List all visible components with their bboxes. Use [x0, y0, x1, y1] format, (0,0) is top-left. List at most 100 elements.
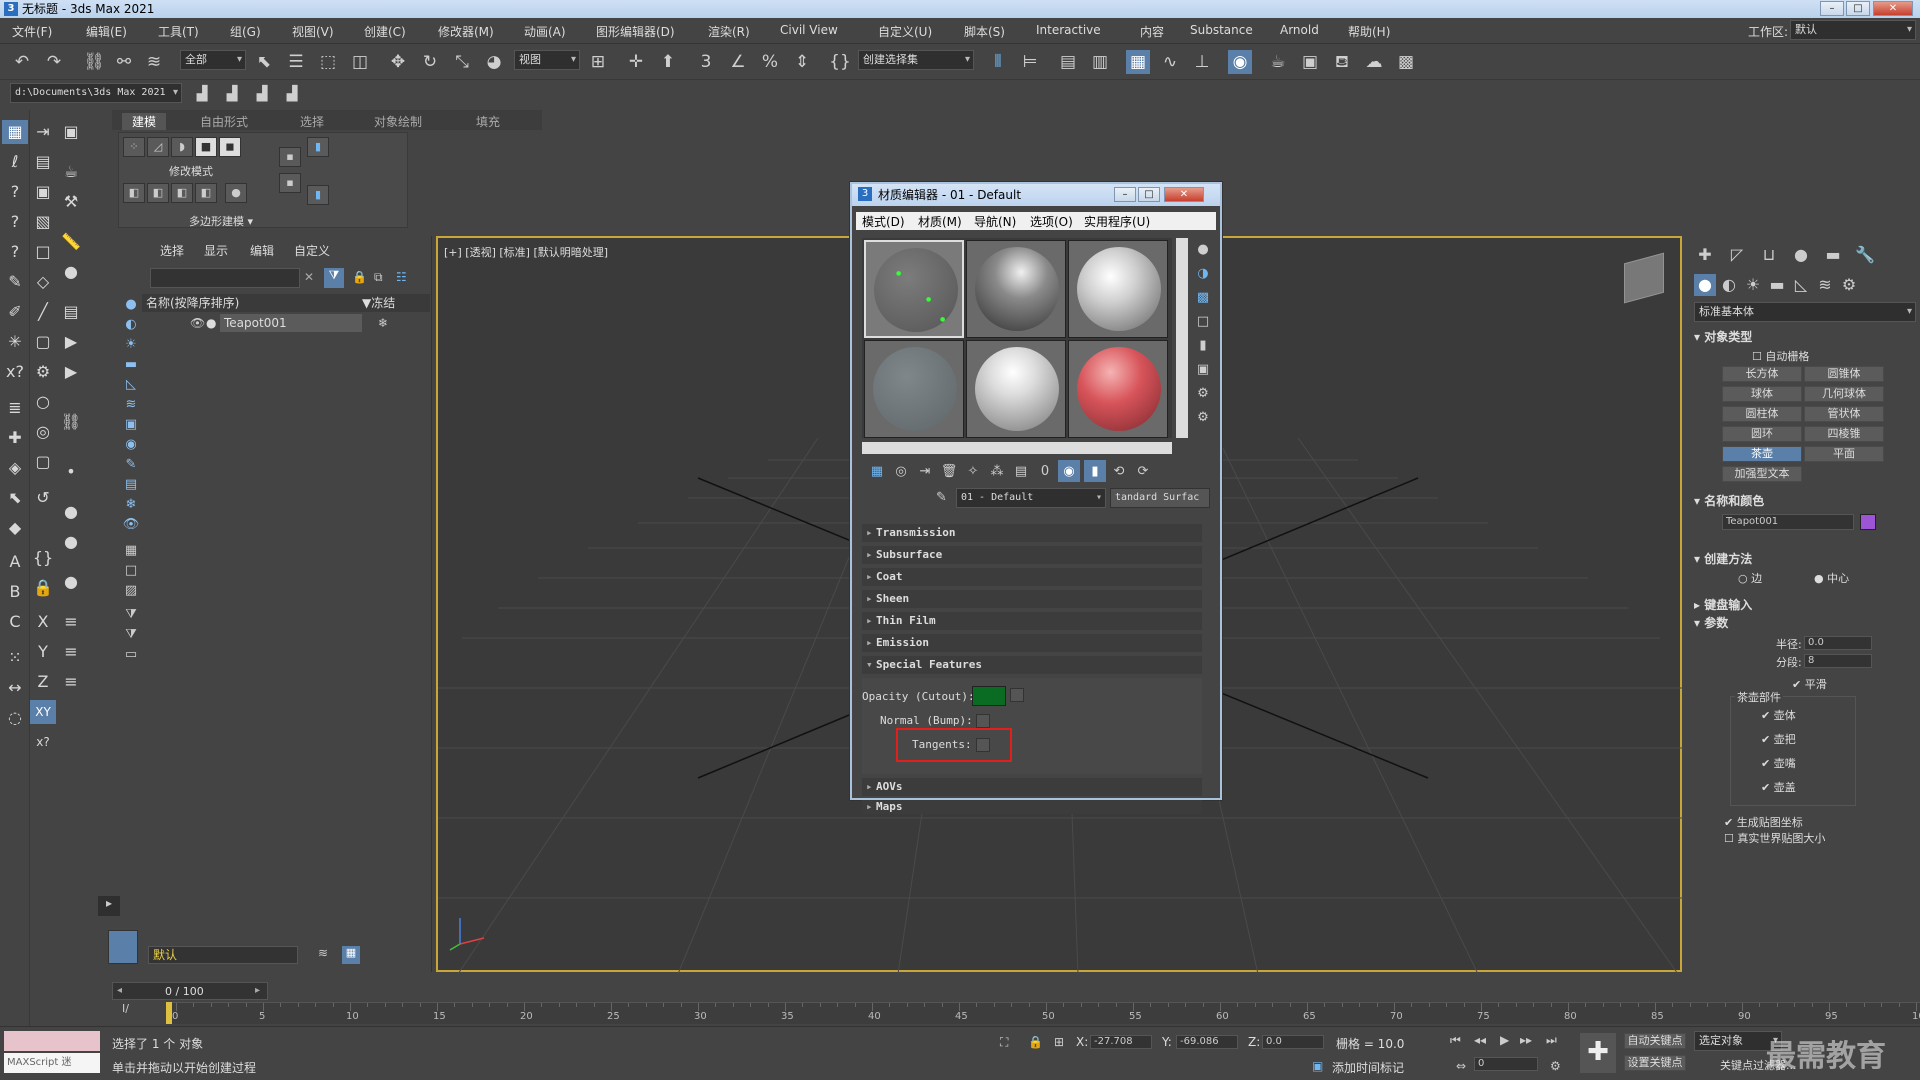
sx-tab-customize[interactable]: 自定义	[294, 242, 330, 259]
key-mode-icon[interactable]: ⇔	[1456, 1059, 1466, 1073]
snap-grid-icon[interactable]: ⁙	[2, 646, 28, 670]
z-coord-field[interactable]: 0.0	[1262, 1035, 1324, 1049]
edit-named-selection-icon[interactable]: {}	[828, 50, 852, 74]
chain-icon[interactable]: ⛓	[58, 410, 84, 434]
sx-row-teapot[interactable]: 👁 ● Teapot001 ❄	[142, 314, 430, 332]
export-icon[interactable]: ▤	[30, 150, 56, 174]
layer-explorer-icon[interactable]: ▤	[1056, 50, 1080, 74]
hammer-icon[interactable]: ⚒	[58, 190, 84, 214]
time-slider-right-icon[interactable]: ▸	[255, 985, 260, 996]
brackets-icon[interactable]: {}	[30, 546, 56, 570]
align-icon[interactable]: ⊨	[1018, 50, 1042, 74]
ribbon-side-3-icon[interactable]: ▮	[307, 137, 329, 157]
modify-tab-icon[interactable]: ◸	[1726, 244, 1748, 266]
current-frame-field[interactable]: 0	[1474, 1057, 1538, 1071]
filter-all-icon[interactable]: ▦	[122, 542, 140, 560]
border-mode-icon[interactable]: ◗	[171, 137, 193, 157]
cameras-cat-icon[interactable]: ▬	[1766, 274, 1788, 296]
menu-edit[interactable]: 编辑(E)	[86, 23, 127, 40]
angle-snap-icon[interactable]: ∠	[726, 50, 750, 74]
keyboard-entry-title[interactable]: ▸ 键盘输入	[1694, 596, 1908, 613]
element-mode-icon[interactable]: ◼	[219, 137, 241, 157]
med-maximize-button[interactable]: □	[1138, 187, 1160, 202]
ribbon-tool-4-icon[interactable]: ◧	[195, 183, 217, 203]
part-handle-checkbox[interactable]: ✔ 壶把	[1761, 731, 1796, 747]
time-slider[interactable]: ◂ 0 / 100 ▸	[112, 982, 268, 1000]
named-selection-dropdown[interactable]: 创建选择集	[858, 50, 974, 70]
sx-tab-edit[interactable]: 编辑	[250, 242, 274, 259]
part-lid-checkbox[interactable]: ✔ 壶盖	[1761, 779, 1796, 795]
absolute-mode-icon[interactable]: ⊞	[1054, 1035, 1064, 1049]
material-type-button[interactable]: tandard Surfac	[1110, 488, 1210, 508]
gizmo-icon[interactable]: ✳	[2, 330, 28, 354]
med-menu-utilities[interactable]: 实用程序(U)	[1084, 213, 1150, 230]
put-to-library-icon[interactable]: ▤	[1010, 460, 1032, 482]
torus-icon[interactable]: ◎	[30, 420, 56, 444]
spacewarps-cat-icon[interactable]: ≋	[1814, 274, 1836, 296]
rollout-coat[interactable]: Coat	[862, 568, 1202, 586]
ribbon-toggle-icon[interactable]: ▦	[1126, 50, 1150, 74]
object-color-swatch[interactable]	[1860, 514, 1876, 530]
ribbon-tool-1-icon[interactable]: ◧	[123, 183, 145, 203]
time-config-icon[interactable]: ⚙	[1550, 1059, 1561, 1073]
dot-icon[interactable]: •	[58, 460, 84, 484]
filter-none-icon[interactable]: □	[122, 562, 140, 580]
select-tool-icon[interactable]: ▦	[2, 120, 28, 144]
layer-thumb-icon[interactable]	[108, 930, 138, 964]
sx-layer-icon[interactable]: ☷	[396, 270, 407, 284]
autogrid-checkbox[interactable]: ☐ 自动栅格	[1752, 348, 1809, 364]
circle-gray2-icon[interactable]: ●	[58, 530, 84, 554]
time-slider-left-icon[interactable]: ◂	[117, 985, 122, 996]
sphere-button[interactable]: 球体	[1722, 386, 1802, 402]
menu-scripting[interactable]: 脚本(S)	[964, 23, 1005, 40]
help-icon[interactable]: ?	[2, 210, 28, 234]
auto-key-button[interactable]: 自动关键点	[1624, 1033, 1686, 1049]
maxscript-listener-top[interactable]	[4, 1031, 100, 1051]
go-to-parent-icon[interactable]: ⟲	[1108, 460, 1130, 482]
circle-gray3-icon[interactable]: ●	[58, 570, 84, 594]
utilities-tab-icon[interactable]: 🔧	[1854, 244, 1876, 266]
project-open-icon[interactable]: ▟	[220, 82, 244, 106]
play-button-icon[interactable]: ▶	[1500, 1033, 1509, 1047]
sx-tab-select[interactable]: 选择	[160, 242, 184, 259]
primitive-type-dropdown[interactable]: 标准基本体	[1694, 302, 1916, 322]
menu-modifiers[interactable]: 修改器(M)	[438, 23, 494, 40]
snaps-toggle-icon[interactable]: 3	[694, 50, 718, 74]
ribbon-side-4-icon[interactable]: ▮	[307, 185, 329, 205]
rollout-subsurface[interactable]: Subsurface	[862, 546, 1202, 564]
systems-cat-icon[interactable]: ⚙	[1838, 274, 1860, 296]
normal-bump-map-button[interactable]	[976, 714, 990, 728]
part-spout-checkbox[interactable]: ✔ 壶嘴	[1761, 755, 1796, 771]
gear-icon[interactable]: ⚙	[30, 360, 56, 384]
play-icon[interactable]: ▶	[58, 330, 84, 354]
sample-slot-1[interactable]: ● ● ●	[864, 240, 964, 338]
method-center-radio[interactable]: ● 中心	[1814, 570, 1849, 586]
window-crossing-icon[interactable]: ◫	[348, 50, 372, 74]
text-a-icon[interactable]: A	[2, 550, 28, 574]
layers-stack-icon[interactable]: ≡	[58, 610, 84, 634]
sample-slot-2[interactable]	[966, 240, 1066, 338]
unlink-icon[interactable]: ⚯	[112, 50, 136, 74]
slots-hscroll[interactable]	[862, 442, 1172, 454]
go-end-icon[interactable]: ⏭	[1546, 1033, 1557, 1048]
filter-containers-icon[interactable]: ▤	[122, 476, 140, 494]
ruler-icon[interactable]: 📏	[58, 230, 84, 254]
opacity-map-button[interactable]	[1010, 688, 1024, 702]
project-folder-icon[interactable]: ▟	[190, 82, 214, 106]
create-tab-icon[interactable]: ✚	[1694, 244, 1716, 266]
vertex-mode-icon[interactable]: ⁘	[123, 137, 145, 157]
minimize-button[interactable]: –	[1820, 1, 1844, 16]
real-world-checkbox[interactable]: ☐ 真实世界贴图大小	[1724, 830, 1825, 846]
ribbon-tab-modeling[interactable]: 建模	[122, 113, 167, 130]
rollout-thin-film[interactable]: Thin Film	[862, 612, 1202, 630]
show-end-result-icon[interactable]: ▮	[1084, 460, 1106, 482]
rotate-small-icon[interactable]: ↺	[30, 486, 56, 510]
workspace-dropdown[interactable]: 默认	[1790, 20, 1916, 40]
menu-interactive[interactable]: Interactive	[1036, 23, 1101, 37]
make-copy-icon[interactable]: ✧	[962, 460, 984, 482]
menu-civil-view[interactable]: Civil View	[780, 23, 838, 37]
add-time-tag[interactable]: 添加时间标记	[1332, 1059, 1404, 1076]
lights-cat-icon[interactable]: ☀	[1742, 274, 1764, 296]
stack-icon[interactable]: ≣	[2, 396, 28, 420]
geosphere-button[interactable]: 几何球体	[1804, 386, 1884, 402]
